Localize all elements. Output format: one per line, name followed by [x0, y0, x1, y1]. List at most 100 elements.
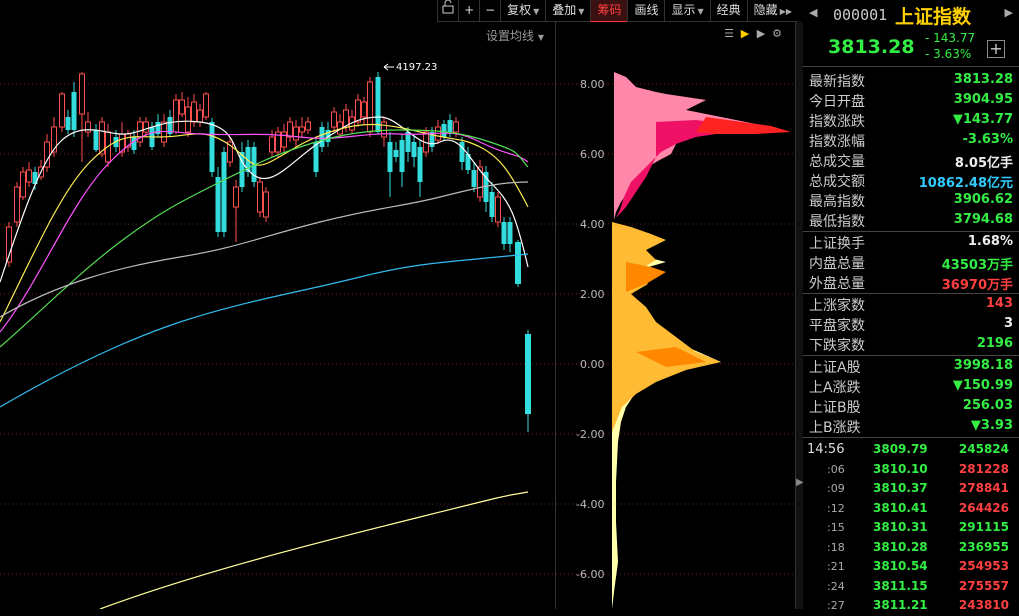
candle-body: [59, 93, 65, 128]
tick-row: :24 3811.15 275557: [803, 577, 1019, 597]
y-axis-label: 0.00: [580, 358, 605, 371]
candle-body: [405, 132, 411, 152]
candle-body: [305, 121, 311, 131]
play-icon[interactable]: ▶: [754, 27, 768, 41]
tick-price: 3810.10: [873, 461, 928, 476]
next-stock-icon[interactable]: ▶: [1005, 6, 1013, 19]
candle-body: [441, 124, 447, 137]
y-axis-label: -2.00: [576, 428, 604, 441]
candle-body: [393, 150, 399, 157]
quote-row: 最低指数 3794.68: [803, 210, 1019, 230]
gear-icon[interactable]: ⚙: [770, 27, 784, 41]
quote-label: 最高指数: [809, 194, 865, 210]
tick-volume: 254953: [958, 559, 1009, 573]
tick-time: :27: [827, 599, 845, 612]
quote-label: 上涨家数: [809, 298, 865, 314]
quote-row: 指数涨跌 ▼143.77: [803, 110, 1019, 130]
candle-body: [399, 140, 405, 172]
quote-label: 上证B股: [809, 400, 861, 416]
add-watchlist-button[interactable]: +: [987, 40, 1005, 58]
candle-body: [281, 131, 287, 148]
tick-time: 14:56: [807, 442, 845, 457]
hide-button[interactable]: 隐藏 ▶▶: [746, 0, 798, 22]
draw-line-button[interactable]: 画线: [627, 0, 665, 22]
quote-value: 36970万手: [941, 278, 1013, 293]
quote-value: 1.68%: [967, 234, 1013, 249]
quote-row: 上A涨跌 ▼150.99: [803, 376, 1019, 396]
tick-row: :15 3810.31 291115: [803, 518, 1019, 538]
candle-body: [331, 111, 337, 128]
ma20-line: [0, 130, 529, 333]
chip-layer-orange: [612, 222, 721, 432]
quote-value: 3998.18: [953, 358, 1013, 373]
quote-label: 总成交额: [809, 174, 865, 190]
candle-body: [375, 77, 381, 132]
chevron-down-icon: ▼: [578, 7, 585, 16]
tick-time: :24: [827, 579, 845, 593]
y-axis-label: 2.00: [580, 288, 605, 301]
candle-body: [417, 147, 423, 182]
y-axis-label: -4.00: [576, 498, 604, 511]
separator: [803, 437, 1019, 438]
price-change: - 143.77: [925, 31, 976, 45]
candle-body: [287, 121, 293, 138]
flag-icon[interactable]: ▶: [738, 27, 752, 41]
list-icon[interactable]: ☰: [722, 27, 736, 41]
collapse-arrow-icon[interactable]: ▶: [796, 477, 804, 488]
candle-body: [209, 122, 215, 172]
tick-price: 3810.37: [873, 481, 928, 495]
candle-body: [221, 152, 227, 232]
adjust-button[interactable]: 复权 ▼: [500, 0, 546, 22]
tick-time: :12: [827, 501, 845, 515]
quote-label: 上证A股: [809, 360, 861, 376]
chip-distribution-chart[interactable]: 8.00 6.00 4.00 2.00 0.00 -2.00 -4.00 -6.…: [556, 22, 798, 609]
zoom-out-button[interactable]: −: [479, 0, 501, 22]
quote-value: ▼3.93: [970, 418, 1013, 433]
candle-body: [269, 136, 275, 153]
candle-body: [525, 334, 531, 414]
chip-layer-red: [696, 117, 791, 134]
candle-body: [26, 169, 32, 183]
quote-panel: ◀ 000001 上证指数 ▶ 3813.28 - 143.77 - 3.63%…: [803, 0, 1019, 612]
candle-body: [233, 186, 239, 208]
tick-time: :18: [827, 540, 845, 554]
candle-body: [257, 181, 263, 213]
price-change-pct: - 3.63%: [925, 47, 972, 61]
price-summary: 3813.28 - 143.77 - 3.63% +: [803, 30, 1019, 67]
candle-body: [459, 142, 465, 162]
quote-row: 最新指数 3813.28: [803, 70, 1019, 90]
candle-body: [355, 99, 361, 123]
tick-row: :09 3810.37 278841: [803, 479, 1019, 499]
candle-body: [143, 121, 149, 133]
display-button[interactable]: 显示 ▼: [664, 0, 710, 22]
candlesticks: [6, 72, 531, 432]
quote-label: 最新指数: [809, 74, 865, 90]
overlay-button[interactable]: 叠加 ▼: [545, 0, 591, 22]
quote-row: 外盘总量 36970万手: [803, 272, 1019, 293]
quote-row: 总成交量 8.05亿手: [803, 150, 1019, 171]
zoom-in-button[interactable]: +: [458, 0, 480, 22]
prev-stock-icon[interactable]: ◀: [809, 6, 817, 19]
quote-label: 下跌家数: [809, 338, 865, 354]
tick-row: :27 3811.21 243810: [803, 596, 1019, 616]
quote-value: 3904.95: [953, 92, 1013, 107]
y-axis-label: 8.00: [580, 78, 605, 91]
classic-button[interactable]: 经典: [709, 0, 747, 22]
quote-value: 3813.28: [953, 72, 1013, 87]
quote-label: 上证换手: [809, 236, 865, 252]
lock-icon[interactable]: [437, 0, 459, 22]
candle-body: [93, 130, 99, 150]
candle-body: [20, 171, 26, 198]
tick-volume: 236955: [958, 539, 1009, 554]
quote-label: 最低指数: [809, 214, 865, 230]
tick-time: :09: [827, 482, 845, 495]
chip-distribution-button[interactable]: 筹码: [590, 0, 628, 22]
chevron-down-icon: ▼: [533, 7, 540, 16]
tick-price: 3811.15: [873, 578, 928, 593]
candle-body: [215, 177, 221, 232]
trading-app: + − 复权▼ 叠加▼ 筹码 画线 显示▼ 经典 隐藏▶▶ 设置均线 ▼: [0, 0, 1019, 612]
quote-row: 上B涨跌 ▼3.93: [803, 416, 1019, 436]
tick-time: :06: [827, 462, 845, 476]
kline-chart[interactable]: 4197.23: [0, 22, 555, 609]
candle-body: [453, 121, 459, 133]
